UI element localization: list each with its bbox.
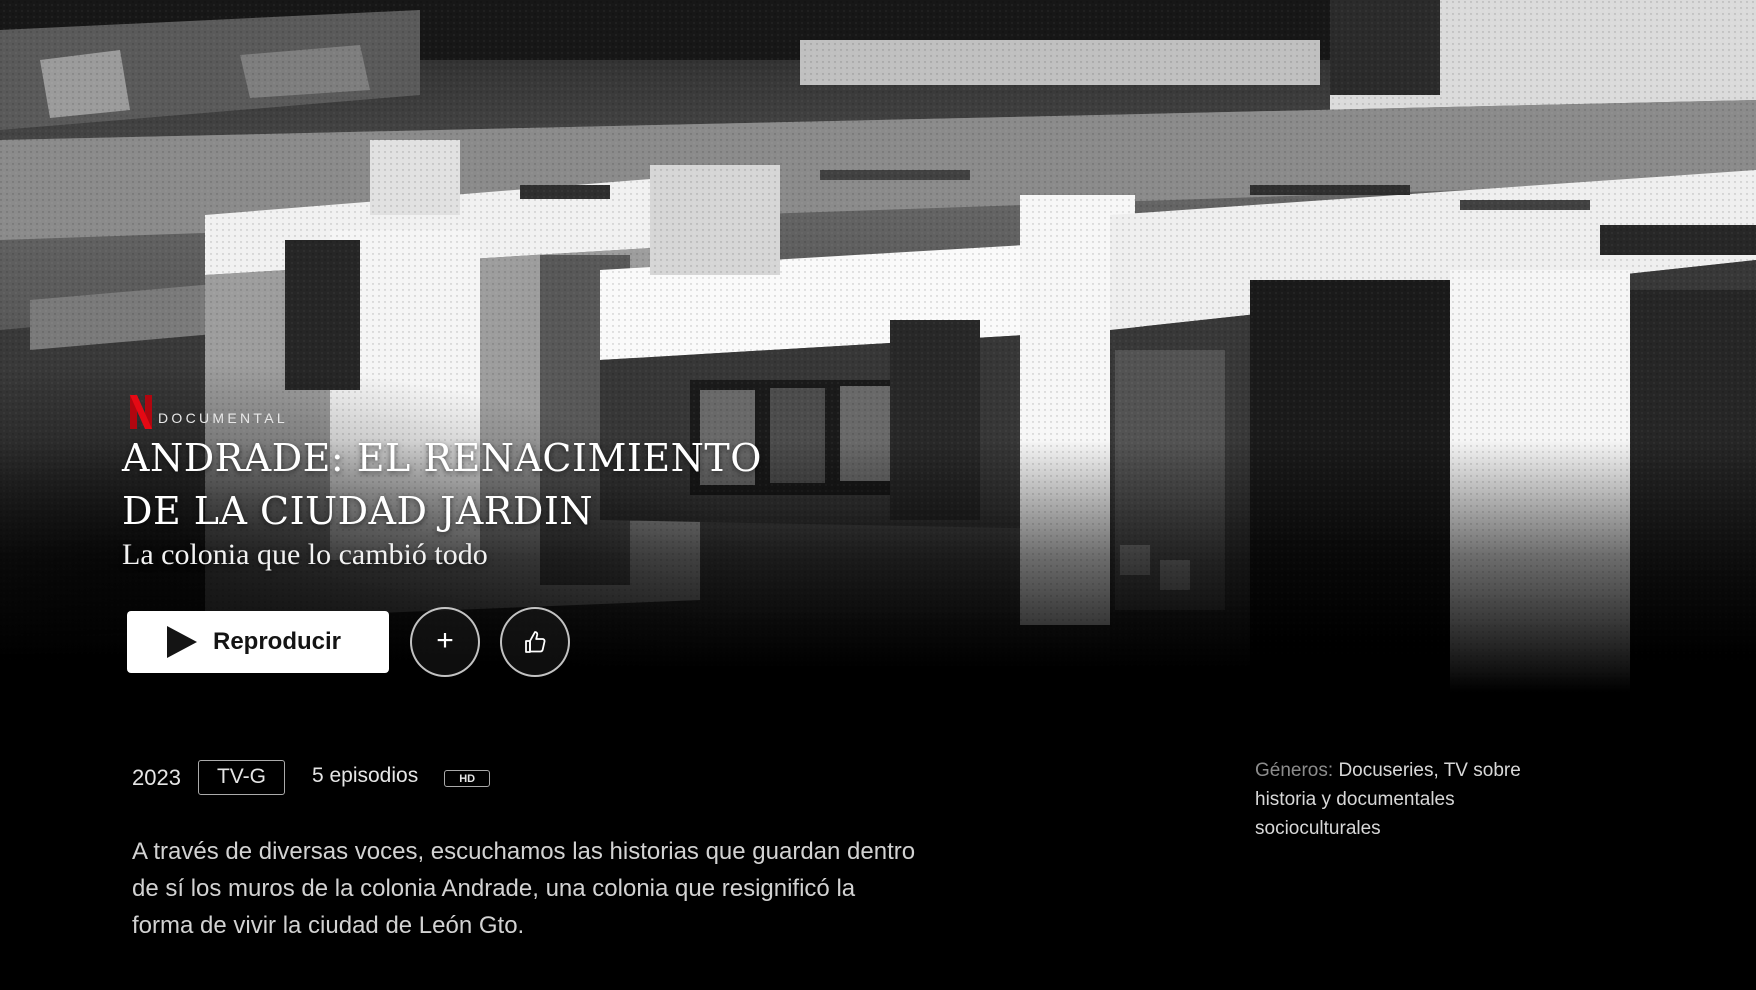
play-icon bbox=[167, 626, 197, 658]
episode-count: 5 episodios bbox=[311, 763, 419, 787]
hd-badge: HD bbox=[444, 770, 491, 787]
plus-icon: + bbox=[436, 624, 454, 657]
rate-button[interactable] bbox=[500, 607, 570, 677]
maturity-rating-badge: TV-G bbox=[197, 760, 285, 795]
add-to-my-list-button[interactable]: + bbox=[410, 607, 480, 677]
category-row: DOCUMENTAL bbox=[130, 395, 288, 429]
title-subtitle: La colonia que lo cambió todo bbox=[122, 538, 488, 571]
metadata-row: 2023 TV-G 5 episodios HD bbox=[132, 760, 491, 795]
thumbs-up-icon bbox=[525, 631, 546, 653]
title-detail-page: DOCUMENTAL ANDRADE: EL RENACIMIENTO DE L… bbox=[0, 0, 1756, 990]
action-bar: Reproducir + bbox=[127, 607, 570, 677]
release-year: 2023 bbox=[132, 764, 181, 790]
netflix-n-logo-icon bbox=[130, 395, 152, 429]
title-line-2: DE LA CIUDAD JARDIN bbox=[122, 489, 594, 533]
title-logo-text: ANDRADE: EL RENACIMIENTO DE LA CIUDAD JA… bbox=[122, 432, 762, 538]
category-label: DOCUMENTAL bbox=[158, 410, 288, 426]
play-button[interactable]: Reproducir bbox=[127, 611, 389, 673]
play-button-label: Reproducir bbox=[213, 628, 342, 655]
hero-background-image bbox=[0, 0, 1756, 700]
genres-label: Géneros: bbox=[1255, 760, 1334, 781]
genres-info: Géneros: Docuseries, TV sobre historia y… bbox=[1255, 756, 1585, 843]
title-line-1: ANDRADE: EL RENACIMIENTO bbox=[122, 436, 762, 480]
synopsis: A través de diversas voces, escuchamos l… bbox=[132, 838, 916, 939]
